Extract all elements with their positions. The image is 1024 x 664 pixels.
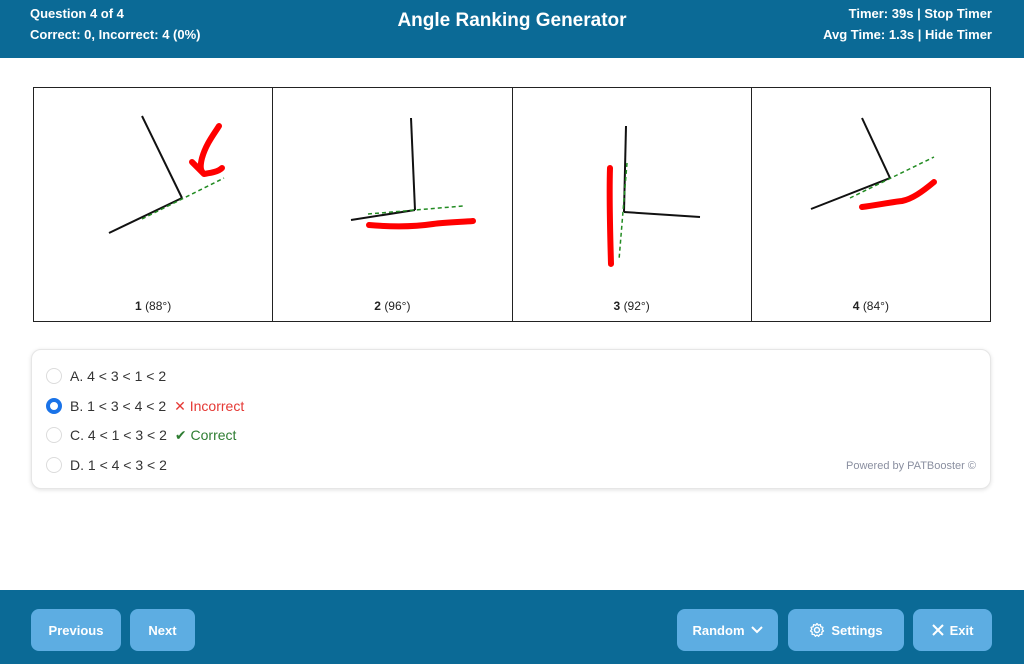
option-label: C. 4 < 1 < 3 < 2 (70, 427, 167, 443)
stop-timer-link[interactable]: Stop Timer (924, 6, 992, 21)
option-d[interactable]: D. 1 < 4 < 3 < 2 (46, 455, 167, 475)
angle-caption-2: 2 (96°) (273, 299, 511, 313)
separator: | (917, 6, 921, 21)
radio-button[interactable] (46, 427, 62, 443)
close-icon (931, 624, 944, 636)
angle-number: 4 (852, 299, 860, 313)
incorrect-feedback: ✕ Incorrect (174, 397, 245, 414)
chevron-down-icon (750, 626, 763, 634)
hide-timer-link[interactable]: Hide Timer (925, 27, 992, 42)
angle-figure-4 (810, 117, 937, 210)
footer-bar: Previous Next Random Settings Exit (0, 590, 1024, 664)
angle-figure-2 (351, 117, 477, 230)
angle-figure-1 (108, 115, 225, 234)
exit-label: Exit (949, 622, 974, 638)
next-button[interactable]: Next (130, 609, 195, 651)
option-b[interactable]: B. 1 < 3 < 4 < 2 ✕ Incorrect (46, 396, 244, 416)
angle-panel-3: 3 (92°) (513, 88, 752, 321)
correct-feedback: ✔ Correct (174, 426, 237, 443)
next-label: Next (148, 622, 177, 638)
angle-degrees: (84°) (862, 299, 889, 313)
settings-button[interactable]: Settings (788, 609, 904, 651)
top-bar: Question 4 of 4 Correct: 0, Incorrect: 4… (0, 0, 1024, 58)
timer-value: Timer: 39s (848, 6, 914, 21)
angle-degrees: (92°) (623, 299, 650, 313)
settings-label: Settings (831, 622, 883, 638)
angle-panel-1: 1 (88°) (34, 88, 274, 321)
angle-figure-3 (606, 125, 700, 267)
option-a[interactable]: A. 4 < 3 < 1 < 2 (46, 366, 166, 386)
angle-number: 1 (135, 299, 142, 313)
exit-button[interactable]: Exit (913, 609, 992, 651)
angle-number: 2 (374, 299, 381, 313)
separator: | (917, 27, 922, 42)
random-label: Random (692, 622, 745, 638)
previous-button[interactable]: Previous (31, 609, 121, 651)
angle-degrees: (88°) (145, 299, 172, 313)
angle-panel-4: 4 (84°) (752, 88, 990, 321)
option-label: D. 1 < 4 < 3 < 2 (70, 457, 167, 473)
timer-block: Timer: 39s | Stop Timer Avg Time: 1.3s |… (823, 3, 992, 45)
option-c[interactable]: C. 4 < 1 < 3 < 2 ✔ Correct (46, 425, 236, 445)
angle-caption-1: 1 (88°) (34, 299, 272, 313)
angle-degrees: (96°) (384, 299, 411, 313)
radio-button-selected[interactable] (46, 398, 62, 414)
angle-caption-3: 3 (92°) (513, 299, 751, 313)
option-label: A. 4 < 3 < 1 < 2 (70, 368, 167, 384)
angle-number: 3 (613, 299, 621, 313)
option-label: B. 1 < 3 < 4 < 2 (70, 398, 167, 414)
gear-icon (810, 622, 825, 637)
avg-time-value: Avg Time: 1.3s (823, 27, 915, 42)
random-button[interactable]: Random (677, 609, 778, 651)
answer-options: A. 4 < 3 < 1 < 2 B. 1 < 3 < 4 < 2 ✕ Inco… (31, 349, 991, 489)
radio-button[interactable] (46, 457, 62, 473)
previous-label: Previous (48, 622, 104, 638)
radio-button[interactable] (46, 368, 62, 384)
angle-caption-4: 4 (84°) (752, 299, 990, 313)
angle-panels: 1 (88°) 2 (96°) 3 (92°) 4 (84°) (33, 87, 991, 322)
powered-by: Powered by PATBooster © (846, 460, 976, 472)
angle-panel-2: 2 (96°) (273, 88, 513, 321)
